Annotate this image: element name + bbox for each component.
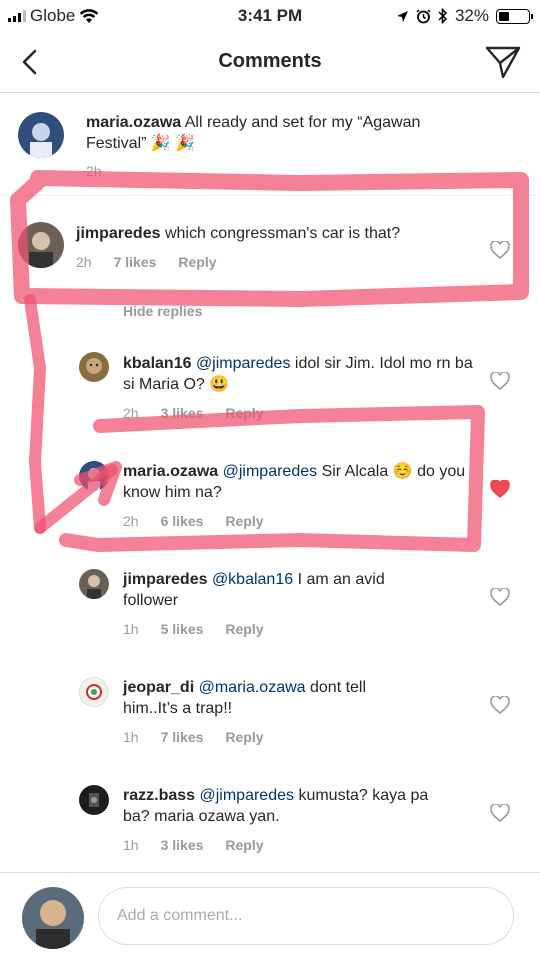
reply-likes[interactable]: 3 likes (161, 837, 204, 853)
heart-filled-icon[interactable] (490, 480, 510, 498)
reply-meta: 2h 6 likes Reply (123, 513, 264, 529)
heart-icon[interactable] (490, 372, 510, 390)
avatar-maria-ozawa[interactable] (79, 461, 109, 491)
marker-box-stroke (24, 294, 46, 534)
reply-username[interactable]: jimparedes (123, 571, 207, 588)
reply-button[interactable]: Reply (225, 513, 263, 529)
comment-time: 2h (76, 254, 92, 270)
reply-username[interactable]: razz.bass (123, 787, 195, 804)
page-title: Comments (218, 50, 322, 72)
comment-composer (0, 872, 540, 961)
reply-button[interactable]: Reply (225, 621, 263, 637)
alarm-icon (416, 8, 431, 23)
reply-likes[interactable]: 3 likes (161, 405, 204, 421)
avatar-kbalan16[interactable] (79, 352, 109, 382)
reply-button[interactable]: Reply (225, 729, 263, 745)
reply-time: 1h (123, 729, 139, 745)
battery-icon (496, 8, 533, 24)
reply-likes[interactable]: 7 likes (161, 729, 204, 745)
reply-meta: 1h 3 likes Reply (123, 837, 264, 853)
caption-divider (0, 195, 540, 196)
reply-meta: 2h 3 likes Reply (123, 405, 264, 421)
reply-button[interactable]: Reply (225, 405, 263, 421)
reply-text: maria.ozawa @jimparedes Sir Alcala ☺️ do… (123, 461, 473, 503)
reply-text: razz.bass @jimparedes kumusta? kaya pa b… (123, 785, 453, 827)
hide-replies-button[interactable]: Hide replies (123, 303, 202, 319)
avatar-jimparedes[interactable] (18, 222, 64, 268)
comment-body: which congressman's car is that? (164, 225, 401, 242)
avatar-razz-bass[interactable] (79, 785, 109, 815)
avatar-jimparedes[interactable] (79, 569, 109, 599)
reply-button[interactable]: Reply (178, 254, 216, 270)
heart-icon[interactable] (490, 241, 510, 259)
reply-time: 2h (123, 405, 139, 421)
reply-text: jeopar_di @maria.ozawa dont tell him..It… (123, 677, 423, 719)
heart-icon[interactable] (490, 588, 510, 606)
reply-likes[interactable]: 6 likes (161, 513, 204, 529)
reply-text: kbalan16 @jimparedes idol sir Jim. Idol … (123, 353, 473, 395)
reply-username[interactable]: jeopar_di (123, 679, 194, 696)
status-bar: Globe 3:41 PM 32% (0, 0, 540, 34)
caption-text: maria.ozawa All ready and set for my “Ag… (86, 112, 426, 154)
battery-percent: 32% (454, 6, 489, 25)
comment-likes[interactable]: 7 likes (114, 254, 157, 270)
reply-mention[interactable]: @jimparedes (196, 355, 291, 372)
comment-username[interactable]: jimparedes (76, 225, 160, 242)
reply-mention[interactable]: @jimparedes (223, 463, 318, 480)
reply-meta: 1h 5 likes Reply (123, 621, 264, 637)
avatar-jeopar-di[interactable] (79, 677, 109, 707)
reply-likes[interactable]: 5 likes (161, 621, 204, 637)
comment-text: jimparedes which congressman's car is th… (76, 223, 466, 244)
avatar-current-user (22, 887, 84, 949)
reply-time: 2h (123, 513, 139, 529)
comment-meta: 2h 7 likes Reply (76, 254, 217, 270)
reply-mention[interactable]: @maria.ozawa (199, 679, 306, 696)
heart-icon[interactable] (490, 696, 510, 714)
caption-meta: 2h (86, 163, 102, 179)
add-comment-input[interactable] (98, 887, 514, 945)
reply-mention[interactable]: @kbalan16 (212, 571, 293, 588)
caption-username[interactable]: maria.ozawa (86, 114, 181, 131)
reply-username[interactable]: kbalan16 (123, 355, 191, 372)
reply-button[interactable]: Reply (225, 837, 263, 853)
reply-text: jimparedes @kbalan16 I am an avid follow… (123, 569, 433, 611)
direct-send-icon[interactable] (484, 44, 522, 80)
reply-time: 1h (123, 621, 139, 637)
location-arrow-icon (396, 10, 408, 22)
avatar-caption[interactable] (18, 112, 64, 158)
heart-icon[interactable] (490, 804, 510, 822)
reply-username[interactable]: maria.ozawa (123, 463, 218, 480)
reply-time: 1h (123, 837, 139, 853)
bluetooth-icon (438, 8, 448, 24)
status-right: 32% (396, 6, 533, 26)
reply-mention[interactable]: @jimparedes (200, 787, 295, 804)
caption-time: 2h (86, 163, 102, 179)
reply-meta: 1h 7 likes Reply (123, 729, 264, 745)
nav-bar: Comments (0, 34, 540, 93)
